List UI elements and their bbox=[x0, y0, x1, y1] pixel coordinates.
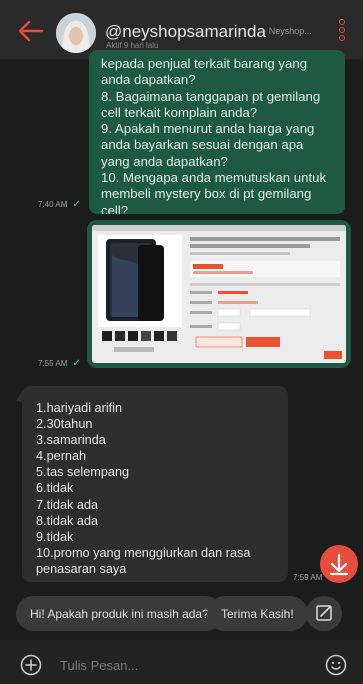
shop-name: ~ Neyshop... bbox=[261, 26, 312, 36]
message-time: 7:55 AM ✓ bbox=[38, 358, 81, 369]
incoming-message-bubble: 1.hariyadi arifin 2.30tahun 3.samarinda … bbox=[22, 386, 288, 582]
message-time: 7:59 AM bbox=[293, 573, 322, 582]
read-check-icon: ✓ bbox=[72, 199, 81, 210]
read-check-icon: ✓ bbox=[72, 358, 81, 369]
message-line: 2.30tahun bbox=[36, 417, 93, 432]
smiley-icon[interactable] bbox=[325, 654, 347, 676]
edit-icon bbox=[316, 605, 332, 621]
product-screenshot-image[interactable] bbox=[92, 225, 346, 363]
time-label: 7:55 AM bbox=[38, 359, 68, 368]
message-line: 5.tas selempang bbox=[36, 465, 130, 480]
last-active-status: Aktif 9 hari lalu bbox=[106, 41, 159, 50]
message-line: 9.tidak bbox=[36, 529, 74, 544]
screenshot-thumbnail bbox=[92, 225, 346, 363]
outgoing-message-bubble: kepada penjual terkait barang yang anda … bbox=[89, 50, 345, 214]
message-line: 1.hariyadi arifin bbox=[36, 401, 123, 415]
message-line: 8.tidak ada bbox=[36, 513, 99, 528]
scroll-to-bottom-button[interactable] bbox=[320, 545, 358, 583]
message-line: 9. Apakah menurut anda harga yang anda b… bbox=[101, 121, 315, 169]
outgoing-image-bubble[interactable] bbox=[87, 220, 351, 368]
message-line: 3.samarinda bbox=[36, 433, 106, 448]
message-line: 10. Mengapa anda memutuskan untuk membel… bbox=[101, 170, 327, 214]
plus-circle-icon[interactable] bbox=[20, 654, 42, 676]
message-line: 6.tidak bbox=[36, 481, 74, 496]
message-line: 8. Bagaimana tanggapan pt gemilang cell … bbox=[101, 88, 321, 120]
quick-reply-chip[interactable]: Terima Kasih! bbox=[207, 596, 308, 631]
message-composer bbox=[0, 640, 363, 684]
message-line: 4.pernah bbox=[36, 449, 87, 464]
message-line: kepada penjual terkait barang yang anda … bbox=[101, 56, 308, 88]
time-label: 7:59 AM bbox=[293, 573, 323, 582]
arrow-down-icon bbox=[329, 553, 349, 576]
avatar[interactable] bbox=[56, 13, 96, 53]
message-input[interactable] bbox=[60, 654, 280, 676]
contact-name[interactable]: @neyshopsamarinda bbox=[105, 22, 266, 42]
quick-reply-chip[interactable]: Hi! Apakah produk ini masih ada? bbox=[16, 596, 223, 631]
quick-reply-row: Hi! Apakah produk ini masih ada? Terima … bbox=[0, 596, 363, 636]
back-arrow-icon[interactable] bbox=[18, 20, 44, 42]
time-label: 7:40 AM bbox=[38, 200, 68, 209]
message-time: 7:40 AM ✓ bbox=[38, 199, 81, 210]
edit-quick-replies-button[interactable] bbox=[306, 596, 342, 631]
message-line: 7.tidak ada bbox=[36, 497, 99, 512]
more-menu-icon[interactable] bbox=[337, 19, 347, 45]
message-line: 10.promo yang menggiurkan dan rasa penas… bbox=[36, 545, 251, 576]
